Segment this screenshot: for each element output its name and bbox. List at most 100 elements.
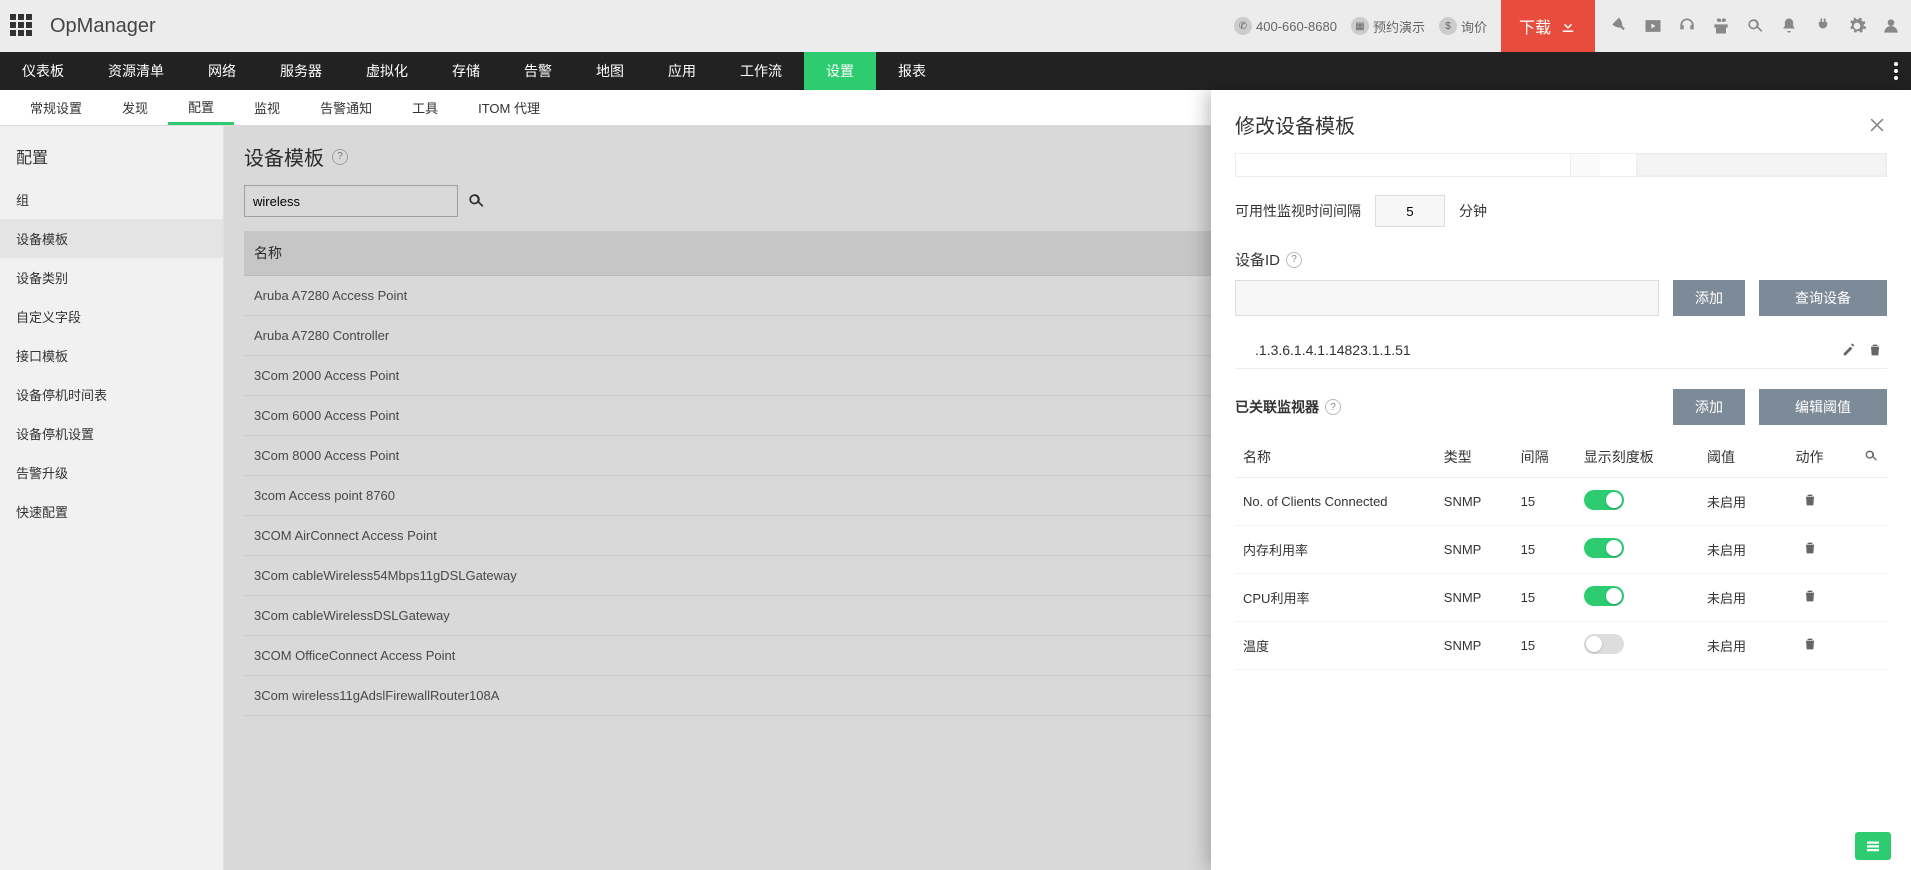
subnav-tab[interactable]: ITOM 代理 [458, 90, 560, 125]
help-icon[interactable]: ? [332, 149, 348, 165]
mainnav-tab[interactable]: 设置 [804, 52, 876, 90]
monitors-table: 名称 类型 间隔 显示刻度板 阈值 动作 No. of Clients Conn… [1235, 437, 1887, 670]
edit-icon[interactable] [1841, 342, 1857, 358]
quote-text: 询价 [1461, 17, 1487, 36]
monitor-row: 温度SNMP15未启用 [1235, 622, 1887, 670]
sidebar-item[interactable]: 接口模板 [0, 336, 223, 375]
plug-icon[interactable] [1813, 16, 1833, 36]
gear-icon[interactable] [1847, 16, 1867, 36]
subnav-tab[interactable]: 工具 [392, 90, 458, 125]
mainnav-tab[interactable]: 网络 [186, 52, 258, 90]
ghost-placeholder [1235, 153, 1887, 177]
download-button[interactable]: 下载 [1501, 0, 1595, 52]
dial-toggle[interactable] [1584, 490, 1624, 510]
mon-header-threshold: 阈值 [1699, 437, 1778, 478]
mon-type: SNMP [1436, 622, 1513, 670]
download-icon [1559, 17, 1577, 35]
float-action-button[interactable] [1855, 832, 1891, 860]
sidebar-item[interactable]: 设备模板 [0, 219, 223, 258]
topbar: OpManager ✆ 400-660-8680 ▦ 预约演示 $ 询价 下载 [0, 0, 1911, 52]
mon-type: SNMP [1436, 526, 1513, 574]
trash-icon[interactable] [1802, 492, 1818, 508]
sidebar-item[interactable]: 快速配置 [0, 492, 223, 531]
mon-dial [1576, 526, 1699, 574]
demo-pill[interactable]: ▦ 预约演示 [1351, 17, 1425, 36]
dial-toggle[interactable] [1584, 586, 1624, 606]
mainnav-tab[interactable]: 虚拟化 [344, 52, 430, 90]
download-label: 下载 [1519, 14, 1551, 38]
mon-type: SNMP [1436, 574, 1513, 622]
subnav-tab[interactable]: 告警通知 [300, 90, 392, 125]
trash-icon[interactable] [1867, 342, 1883, 358]
mainnav-tab[interactable]: 仪表板 [0, 52, 86, 90]
search-input[interactable] [244, 185, 458, 217]
sidebar-item[interactable]: 组 [0, 180, 223, 219]
device-id-input[interactable] [1235, 280, 1659, 316]
oid-value: .1.3.6.1.4.1.14823.1.1.51 [1239, 342, 1841, 358]
phone-pill[interactable]: ✆ 400-660-8680 [1234, 17, 1337, 35]
avail-interval-input[interactable] [1375, 195, 1445, 227]
sidebar-item[interactable]: 自定义字段 [0, 297, 223, 336]
mon-header-search[interactable] [1841, 437, 1887, 478]
mainnav-tab[interactable]: 地图 [574, 52, 646, 90]
help-icon[interactable]: ? [1325, 399, 1341, 415]
sidebar-item[interactable]: 告警升级 [0, 453, 223, 492]
mon-threshold: 未启用 [1699, 526, 1778, 574]
sidebar-item[interactable]: 设备停机时间表 [0, 375, 223, 414]
trash-icon[interactable] [1802, 540, 1818, 556]
mainnav-tab[interactable]: 应用 [646, 52, 718, 90]
mon-type: SNMP [1436, 478, 1513, 526]
nav-more-button[interactable] [1881, 52, 1911, 90]
add-monitor-button[interactable]: 添加 [1673, 389, 1745, 425]
mainnav-tab[interactable]: 资源清单 [86, 52, 186, 90]
mon-name: No. of Clients Connected [1235, 478, 1436, 526]
dial-toggle[interactable] [1584, 538, 1624, 558]
monitor-row: 内存利用率SNMP15未启用 [1235, 526, 1887, 574]
mon-threshold: 未启用 [1699, 478, 1778, 526]
sidebar: 配置 组设备模板设备类别自定义字段接口模板设备停机时间表设备停机设置告警升级快速… [0, 126, 224, 870]
mainnav-tab[interactable]: 存储 [430, 52, 502, 90]
panel-title: 修改设备模板 [1235, 110, 1355, 139]
subnav-tab[interactable]: 配置 [168, 90, 234, 125]
query-device-button[interactable]: 查询设备 [1759, 280, 1887, 316]
mon-action [1778, 622, 1841, 670]
dial-toggle[interactable] [1584, 634, 1624, 654]
video-icon[interactable] [1643, 16, 1663, 36]
trash-icon[interactable] [1802, 636, 1818, 652]
close-icon[interactable] [1867, 115, 1887, 135]
bell-icon[interactable] [1779, 16, 1799, 36]
sidebar-title: 配置 [0, 132, 223, 180]
subnav-tab[interactable]: 发现 [102, 90, 168, 125]
phone-text: 400-660-8680 [1256, 19, 1337, 34]
search-button-icon[interactable] [466, 191, 486, 211]
trash-icon[interactable] [1802, 588, 1818, 604]
mainnav-tab[interactable]: 服务器 [258, 52, 344, 90]
help-icon[interactable]: ? [1286, 252, 1302, 268]
gift-icon[interactable] [1711, 16, 1731, 36]
add-oid-button[interactable]: 添加 [1673, 280, 1745, 316]
user-icon[interactable] [1881, 16, 1901, 36]
monitor-row: No. of Clients ConnectedSNMP15 未启用 [1235, 478, 1887, 526]
quote-pill[interactable]: $ 询价 [1439, 17, 1487, 36]
mainnav-tab[interactable]: 工作流 [718, 52, 804, 90]
mainnav-tab[interactable]: 告警 [502, 52, 574, 90]
app-launcher-icon[interactable] [10, 14, 34, 38]
mon-action [1778, 526, 1841, 574]
sidebar-item[interactable]: 设备类别 [0, 258, 223, 297]
headset-icon[interactable] [1677, 16, 1697, 36]
rocket-icon[interactable] [1609, 16, 1629, 36]
search-icon[interactable] [1745, 16, 1765, 36]
mainnav-tab[interactable]: 报表 [876, 52, 948, 90]
brand-title: OpManager [50, 15, 156, 38]
subnav-tab[interactable]: 常规设置 [10, 90, 102, 125]
calendar-icon: ▦ [1351, 17, 1369, 35]
edit-threshold-button[interactable]: 编辑阈值 [1759, 389, 1887, 425]
mon-interval: 15 [1513, 478, 1576, 526]
search-icon[interactable] [1863, 448, 1879, 464]
dollar-icon: $ [1439, 17, 1457, 35]
subnav-tab[interactable]: 监视 [234, 90, 300, 125]
mon-dial [1576, 478, 1699, 526]
edit-panel: 修改设备模板 可用性监视时间间隔 分钟 设备ID ? 添加 查询设备 .1.3.… [1211, 90, 1911, 870]
mon-interval: 15 [1513, 526, 1576, 574]
sidebar-item[interactable]: 设备停机设置 [0, 414, 223, 453]
